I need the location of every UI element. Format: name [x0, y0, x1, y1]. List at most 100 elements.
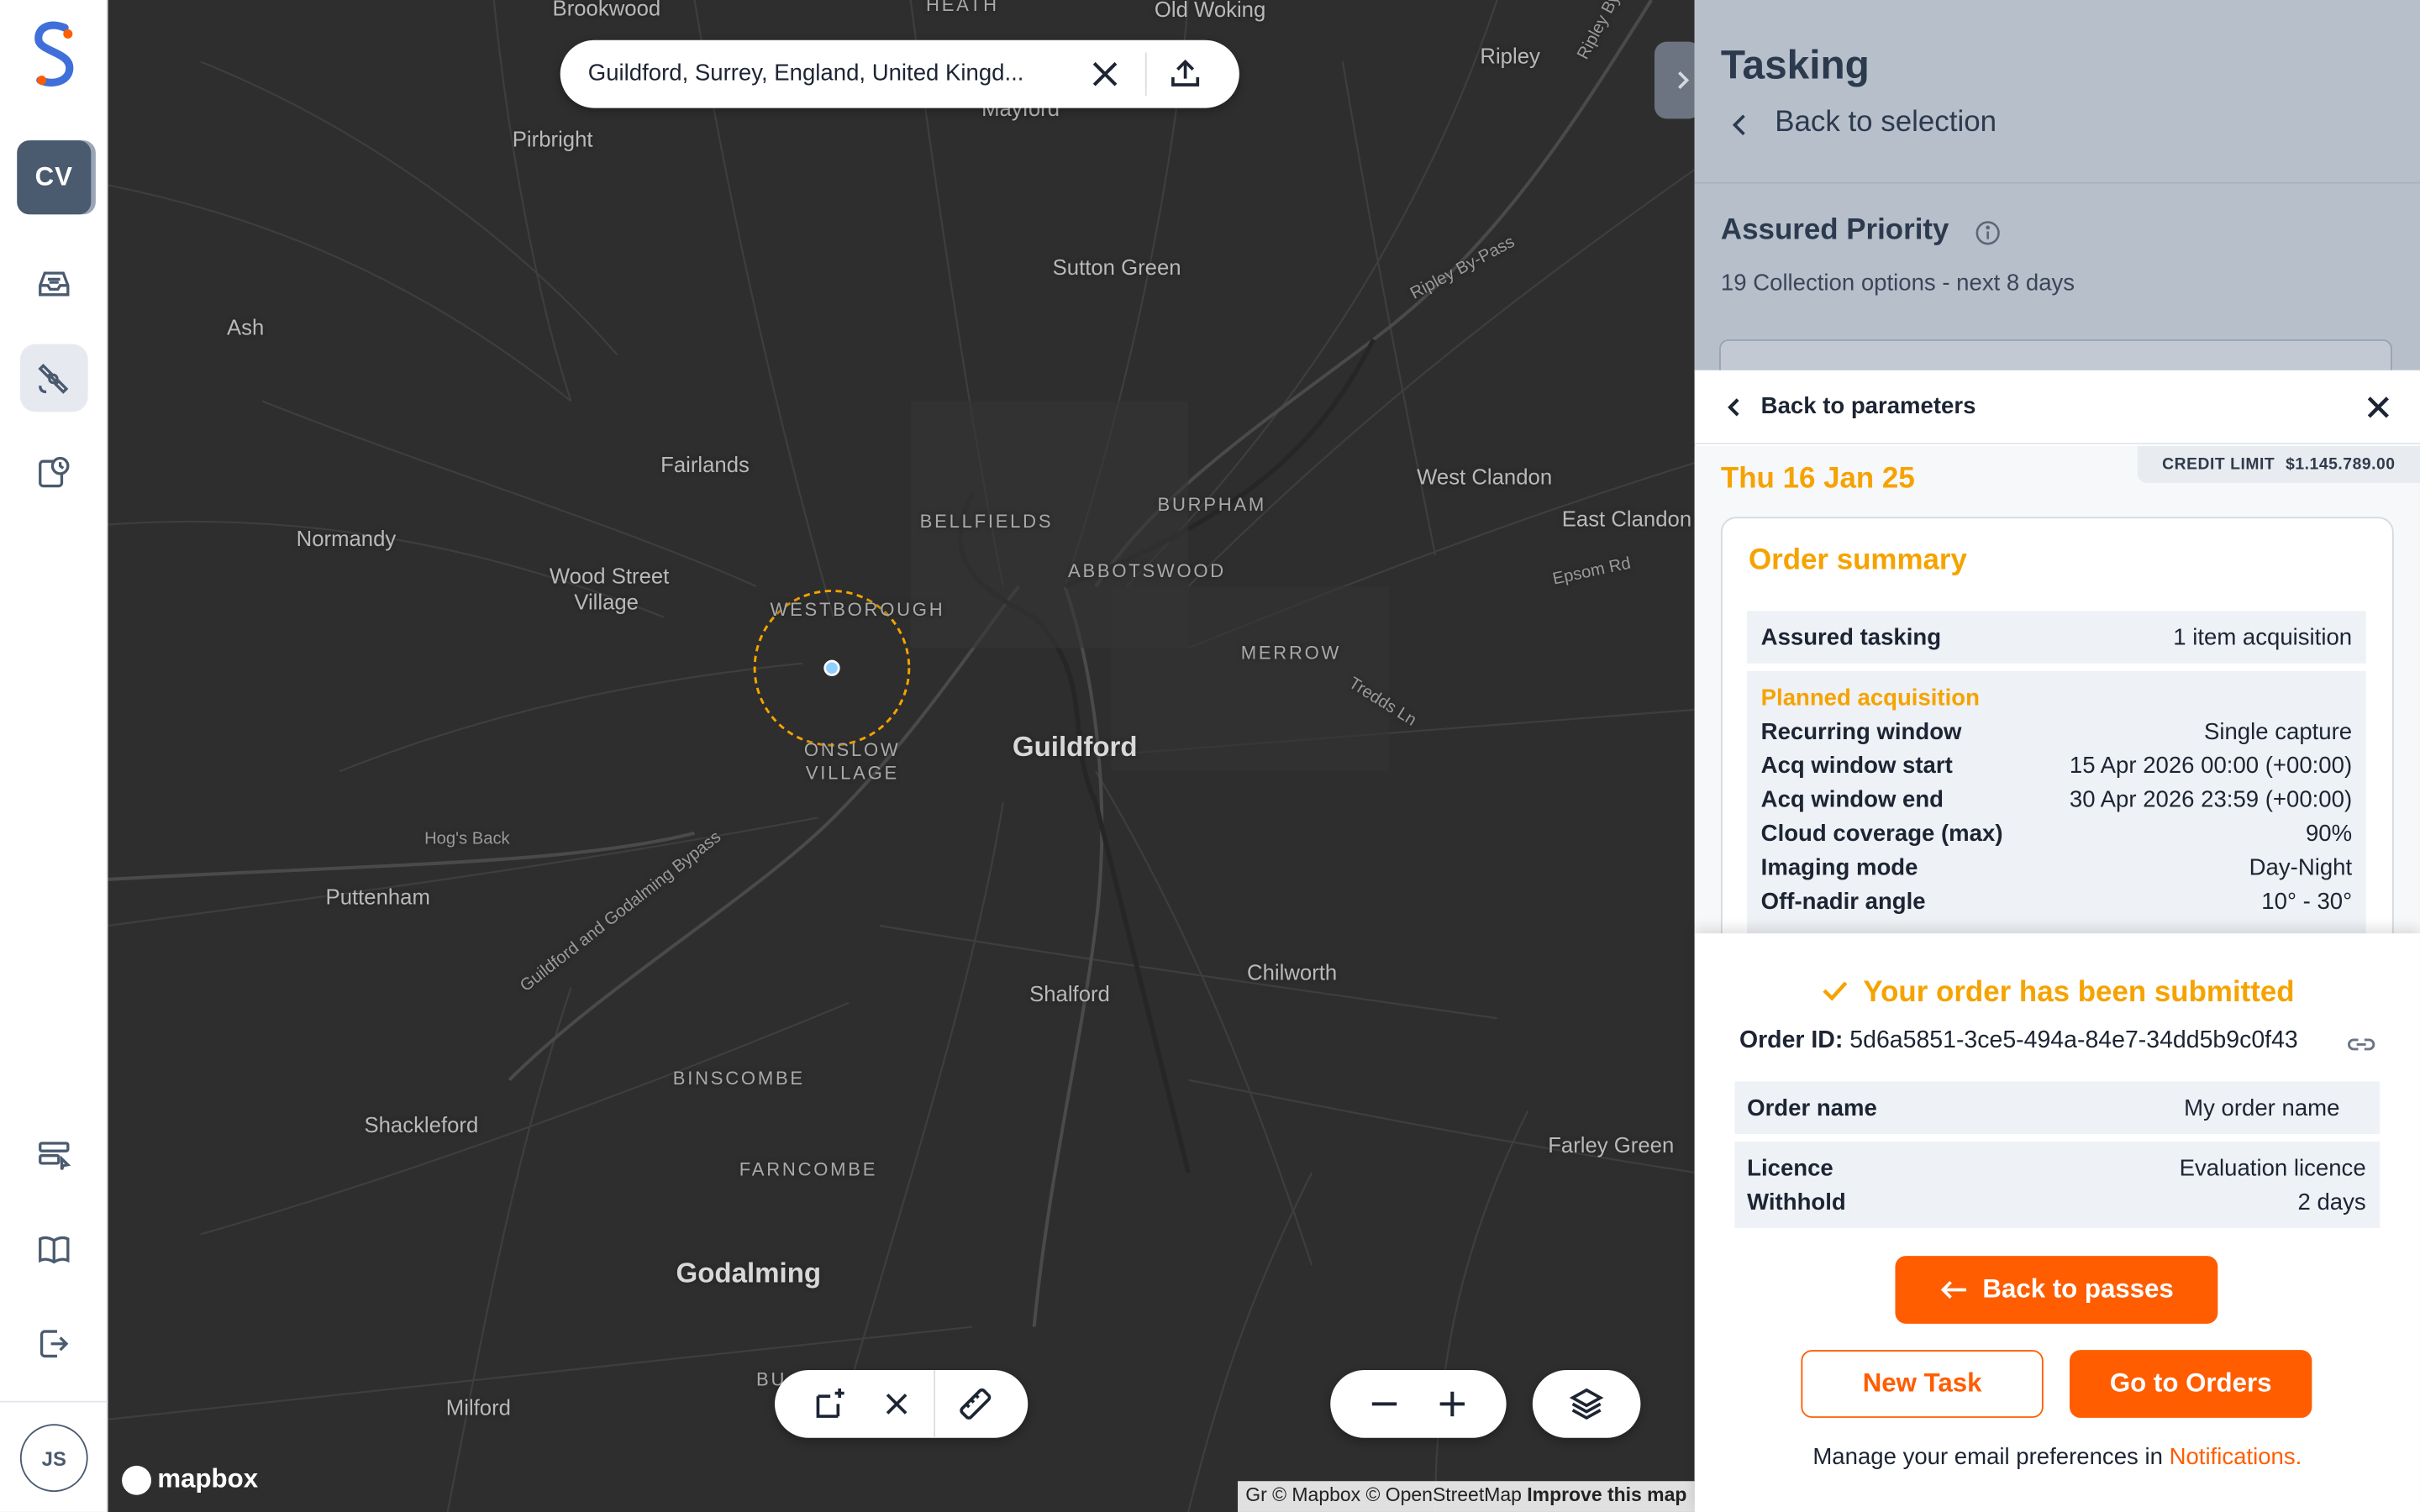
panel-title: Tasking: [1720, 41, 1870, 88]
place-label: Old Woking: [1154, 0, 1266, 22]
place-label: Fairlands: [660, 452, 750, 477]
email-pref-text: Manage your email preferences in: [1812, 1444, 2163, 1471]
history-icon[interactable]: [20, 438, 88, 507]
order-id-label: Order ID:: [1739, 1027, 1844, 1054]
back-to-passes-button[interactable]: Back to passes: [1895, 1256, 2218, 1324]
satellite-icon[interactable]: [19, 344, 88, 412]
row-label: Withhold: [1747, 1189, 1846, 1216]
workspace-button[interactable]: CV: [17, 140, 92, 215]
credit-label: CREDIT LIMIT: [2162, 454, 2275, 474]
map-attribution: Gr © Mapbox © OpenStreetMap Improve this…: [1238, 1481, 1695, 1512]
attribution-fragment: Gr: [1245, 1483, 1267, 1506]
close-icon[interactable]: [2363, 392, 2394, 423]
place-label: VILLAGE: [805, 762, 899, 785]
check-icon: [1823, 981, 1848, 1001]
row-label: Acq window end: [1760, 786, 1944, 813]
place-label: Farley Green: [1548, 1132, 1675, 1158]
place-label: ONSLOW: [803, 738, 901, 761]
summary-row: Acq window end 30 Apr 2026 23:59 (+00:00): [1761, 787, 2352, 821]
place-label: MERROW: [1240, 642, 1342, 664]
place-label: Normandy: [296, 526, 397, 551]
mapbox-icon: [122, 1464, 151, 1494]
row-label: Off-nadir angle: [1760, 888, 1926, 916]
place-label: Milford: [445, 1394, 511, 1420]
button-label: Go to Orders: [2109, 1368, 2272, 1399]
map-roads: [108, 0, 1695, 1512]
upload-icon[interactable]: [1167, 55, 1204, 92]
layers-button[interactable]: [1532, 1369, 1641, 1438]
credit-limit-badge: CREDIT LIMIT $1.145.789.00: [2137, 445, 2420, 483]
improve-map-link[interactable]: Improve this map: [1527, 1484, 1686, 1506]
info-icon[interactable]: [1974, 219, 2002, 247]
app-logo[interactable]: [28, 18, 80, 89]
row-value: Evaluation licence: [2179, 1155, 2366, 1182]
draw-toolbar: [775, 1369, 1028, 1438]
place-label: Ash: [226, 314, 265, 340]
pass-date: Thu 16 Jan 25: [1720, 463, 1915, 496]
close-icon[interactable]: [1086, 55, 1123, 92]
order-id-value: 5d6a5851-3ce5-494a-84e7-34dd5b9c0f43: [1849, 1027, 2298, 1054]
order-summary-title: Order summary: [1748, 544, 1967, 577]
row-label: Assured tasking: [1760, 624, 1942, 652]
row-value: Day-Night: [2249, 854, 2353, 881]
place-label: West Clandon: [1417, 464, 1553, 490]
summary-row: Acq window start 15 Apr 2026 00:00 (+00:0…: [1761, 753, 2352, 786]
zoom-out-icon[interactable]: [1365, 1385, 1402, 1422]
place-label: Shalford: [1029, 981, 1110, 1006]
copy-link-icon[interactable]: [2346, 1029, 2377, 1060]
place-label: Pirbright: [512, 126, 593, 151]
inbox-icon[interactable]: [20, 250, 88, 318]
sub-header: Back to parameters: [1694, 370, 2420, 444]
search-input[interactable]: Guildford, Surrey, England, United Kingd…: [588, 60, 1079, 87]
place-label: HEATH: [926, 0, 999, 16]
place-label: Wood Street: [549, 563, 670, 588]
row-value: 30 Apr 2026 23:59 (+00:00): [2069, 786, 2353, 813]
row-label: Licence: [1747, 1155, 1833, 1182]
new-task-button[interactable]: New Task: [1801, 1350, 2044, 1418]
map-view[interactable]: Brookwood HEATH Old Woking Ripley Mayfor…: [108, 0, 1695, 1512]
order-summary-card: Order summary Assured tasking 1 item acq…: [1720, 517, 2394, 934]
summary-scroll-area[interactable]: CREDIT LIMIT $1.145.789.00 Thu 16 Jan 25…: [1694, 445, 2420, 934]
chevron-left-icon[interactable]: [1725, 109, 1756, 140]
back-to-selection-link[interactable]: Back to selection: [1775, 107, 1996, 140]
place-label: Guildford: [1012, 731, 1138, 763]
notifications-link[interactable]: Notifications.: [2170, 1444, 2302, 1470]
chevron-left-icon[interactable]: [1721, 393, 1749, 421]
arrow-left-icon: [1940, 1280, 1966, 1299]
book-icon[interactable]: [20, 1215, 88, 1284]
row-label: Acq window start: [1760, 753, 1953, 780]
zoom-in-icon[interactable]: [1434, 1385, 1470, 1422]
attribution-text[interactable]: © Mapbox © OpenStreetMap: [1272, 1484, 1522, 1506]
button-label: New Task: [1862, 1368, 1982, 1399]
separator: [934, 1369, 936, 1438]
row-value: 15 Apr 2026 00:00 (+00:00): [2069, 753, 2353, 780]
left-rail: CV JS: [0, 0, 108, 1512]
summary-row: Recurring window Single capture: [1761, 719, 2352, 753]
row-value: 1 item acquisition: [2173, 624, 2353, 652]
user-avatar[interactable]: JS: [19, 1424, 88, 1493]
row-label: Recurring window: [1760, 718, 1962, 746]
success-text: Your order has been submitted: [1863, 976, 2295, 1010]
planned-acquisition-box: Planned acquisition Recurring window Sing…: [1747, 670, 2366, 934]
place-label: Chilworth: [1247, 959, 1338, 984]
email-preferences-note: Manage your email preferences in Notific…: [1695, 1444, 2420, 1470]
place-label: ABBOTSWOOD: [1067, 559, 1226, 582]
logout-icon[interactable]: [20, 1310, 88, 1378]
tasks-icon[interactable]: [20, 1121, 88, 1189]
divider: [1694, 181, 2420, 184]
aoi-point[interactable]: [823, 659, 840, 676]
clear-icon[interactable]: [878, 1385, 915, 1422]
go-to-orders-button[interactable]: Go to Orders: [2070, 1350, 2312, 1418]
place-label: BINSCOMBE: [672, 1067, 805, 1089]
location-search[interactable]: Guildford, Surrey, England, United Kingd…: [560, 39, 1239, 108]
button-label: Back to passes: [1982, 1274, 2174, 1305]
place-label: FARNCOMBE: [739, 1158, 878, 1181]
zoom-controls: [1330, 1369, 1507, 1438]
place-label: Ripley: [1480, 43, 1540, 68]
draw-shape-icon[interactable]: [812, 1385, 849, 1422]
rail-divider: [0, 1400, 108, 1403]
back-to-parameters-link[interactable]: Back to parameters: [1761, 393, 1976, 419]
mapbox-logo: mapbox: [122, 1464, 258, 1495]
panel-collapse-tab[interactable]: [1654, 41, 1695, 119]
ruler-icon[interactable]: [957, 1385, 994, 1422]
